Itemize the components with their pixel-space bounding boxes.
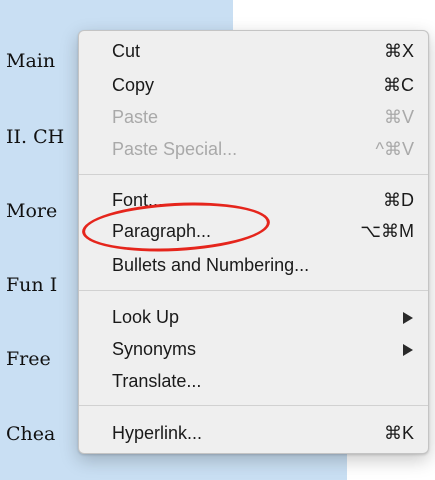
menu-separator bbox=[79, 405, 428, 406]
menu-item-label: Look Up bbox=[112, 307, 180, 327]
menu-item-synonyms[interactable]: Synonyms bbox=[79, 337, 428, 363]
doc-line[interactable]: Fun I bbox=[6, 274, 57, 296]
shortcut-label: ⌘C bbox=[383, 75, 414, 95]
menu-item-hyperlink[interactable]: Hyperlink... ⌘K bbox=[79, 421, 428, 447]
menu-item-label: Translate... bbox=[112, 371, 202, 391]
doc-line[interactable]: II. CH bbox=[6, 126, 64, 148]
doc-line[interactable]: Main bbox=[6, 50, 55, 72]
menu-item-label: Bullets and Numbering... bbox=[112, 255, 310, 275]
menu-separator bbox=[79, 290, 428, 291]
menu-item-look-up[interactable]: Look Up bbox=[79, 305, 428, 331]
menu-item-paste[interactable]: Paste ⌘V bbox=[79, 105, 428, 131]
menu-item-label: Cut bbox=[112, 41, 141, 61]
shortcut-label: ⌥⌘M bbox=[360, 221, 414, 241]
menu-item-label: Hyperlink... bbox=[112, 423, 203, 443]
shortcut-label: ⌘D bbox=[383, 190, 414, 210]
shortcut-label: ⌘K bbox=[383, 423, 414, 443]
doc-line[interactable]: Free bbox=[6, 348, 51, 370]
shortcut-label: ⌘V bbox=[383, 107, 414, 127]
menu-item-label: Paste bbox=[112, 107, 159, 127]
shortcut-label: ^⌘V bbox=[375, 139, 414, 159]
menu-item-paste-special[interactable]: Paste Special... ^⌘V bbox=[79, 137, 428, 163]
doc-line[interactable]: Chea bbox=[6, 423, 55, 445]
menu-separator bbox=[79, 174, 428, 175]
submenu-arrow-icon bbox=[403, 344, 413, 356]
menu-item-copy[interactable]: Copy ⌘C bbox=[79, 73, 428, 99]
menu-item-label: Synonyms bbox=[112, 339, 197, 359]
menu-item-bullets-and-numbering[interactable]: Bullets and Numbering... bbox=[79, 253, 428, 279]
doc-line[interactable]: More bbox=[6, 200, 57, 222]
menu-item-translate[interactable]: Translate... bbox=[79, 369, 428, 395]
menu-item-cut[interactable]: Cut ⌘X bbox=[79, 39, 428, 65]
submenu-arrow-icon bbox=[403, 312, 413, 324]
menu-item-label: Paste Special... bbox=[112, 139, 238, 159]
shortcut-label: ⌘X bbox=[383, 41, 414, 61]
menu-item-label: Copy bbox=[112, 75, 155, 95]
